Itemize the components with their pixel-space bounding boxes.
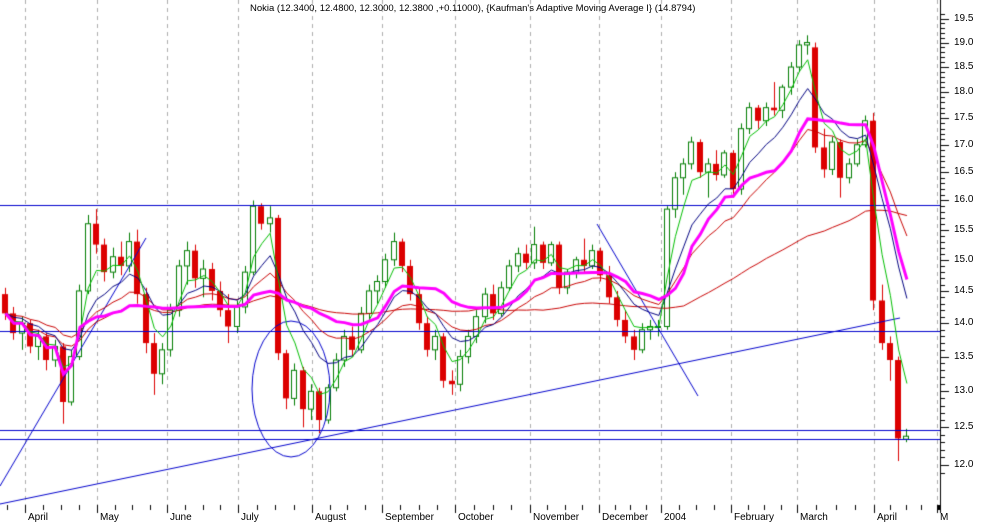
y-axis-label: 15.5 (954, 223, 974, 235)
y-axis-label: 19.5 (954, 12, 974, 24)
x-axis-month-label: April (28, 512, 49, 523)
y-axis-label: 13.5 (954, 350, 974, 362)
x-axis-month-label: M (940, 512, 949, 523)
y-axis-label: 17.0 (954, 138, 974, 150)
x-axis-month-label: September (385, 512, 434, 523)
y-axis-label: 17.5 (954, 112, 974, 124)
x-axis-month-label: August (315, 512, 347, 523)
x-axis-month-label: October (458, 512, 494, 523)
y-axis-label: 19.0 (954, 36, 974, 48)
x-axis-month-label: May (100, 512, 119, 523)
x-axis-month-label: March (800, 512, 828, 523)
x-axis-month-label: April (877, 512, 898, 523)
y-axis-label: 15.0 (954, 253, 974, 265)
y-axis-label: 18.5 (954, 61, 974, 73)
y-axis-label: 14.0 (954, 317, 974, 329)
y-axis-label: 18.0 (954, 86, 974, 98)
x-axis-month-label: November (533, 512, 580, 523)
x-axis-month-label: June (170, 512, 192, 523)
y-axis-label: 16.5 (954, 166, 974, 178)
chart-title: Nokia (12.3400, 12.4800, 12.3000, 12.380… (250, 3, 696, 14)
x-axis-month-label: February (734, 512, 775, 523)
y-axis-label: 14.5 (954, 284, 974, 296)
x-axis-month-label: December (602, 512, 649, 523)
x-axis-month-label: 2004 (664, 512, 687, 523)
x-axis-month-label: July (241, 512, 259, 523)
y-axis-label: 13.0 (954, 385, 974, 397)
y-axis-label: 12.5 (954, 421, 974, 433)
y-axis-label: 12.0 (954, 458, 974, 470)
price-chart-canvas[interactable] (0, 0, 982, 525)
y-axis-label: 16.0 (954, 194, 974, 206)
chart-window: Nokia (12.3400, 12.4800, 12.3000, 12.380… (0, 0, 982, 525)
